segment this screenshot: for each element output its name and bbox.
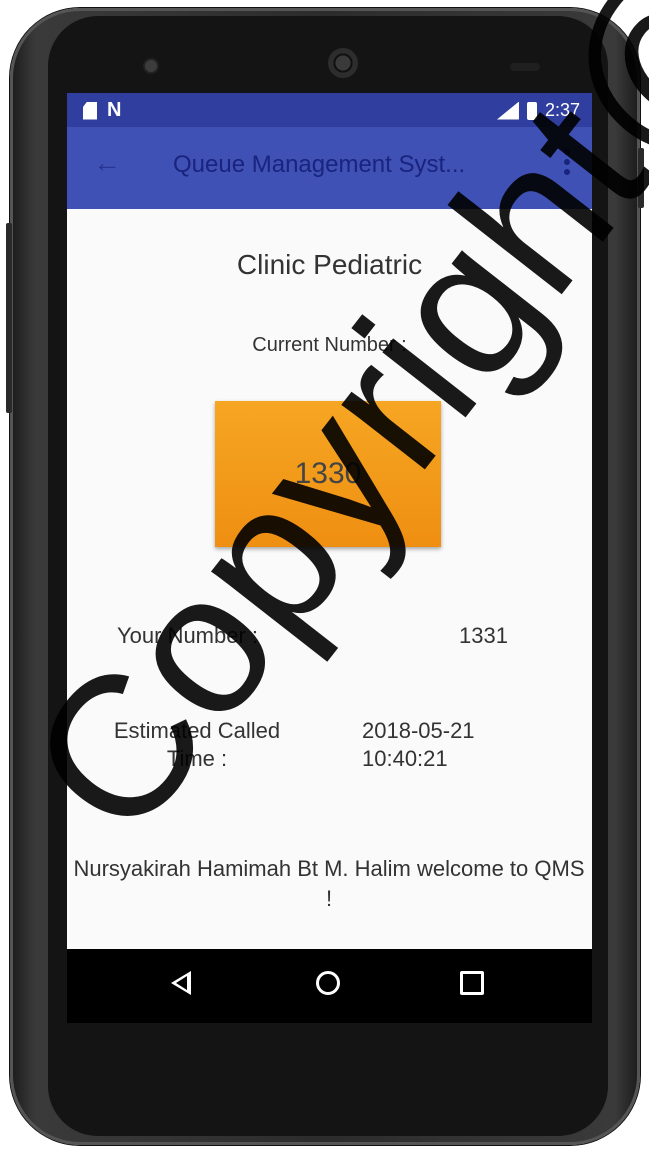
clinic-name: Clinic Pediatric [236,249,423,280]
recents-square-icon[interactable] [460,971,484,995]
signal-icon [496,101,519,120]
overflow-menu-icon[interactable] [564,149,570,175]
navigation-bar [67,949,592,1023]
estimated-time-value: 2018-05-21 10:40:21 [362,717,522,773]
sim-icon [83,101,97,120]
battery-icon [526,101,537,120]
estimated-time-label: Estimated Called Time : [113,718,281,771]
power-button [638,148,644,208]
status-bar: N 2:37 [67,93,592,127]
n-icon: N [107,99,122,121]
back-triangle-icon[interactable] [171,971,191,995]
status-time: 2:37 [544,100,580,120]
current-number-label: Current Number : [252,334,407,356]
home-circle-icon[interactable] [316,971,340,995]
back-arrow-icon[interactable]: ← [93,147,121,179]
phone-screen: N 2:37 ← Queue Management Syst... Clinic… [67,93,592,1023]
earpiece-speaker [328,48,358,78]
front-camera [145,60,157,72]
your-number-label: Your Number : [117,623,259,648]
estimated-date: 2018-05-21 [362,718,475,743]
volume-button [6,223,12,413]
current-number-button[interactable]: 1330 [215,401,441,547]
app-title: Queue Management Syst... [173,151,466,178]
your-number-value: 1331 [459,623,508,648]
app-bar: ← Queue Management Syst... [67,127,592,209]
queue-content: Clinic Pediatric Current Number : 1330 Y… [67,209,592,949]
estimated-clock: 10:40:21 [362,746,448,771]
proximity-sensor [510,63,540,71]
welcome-message: Nursyakirah Hamimah Bt M. Halim welcome … [73,856,585,911]
